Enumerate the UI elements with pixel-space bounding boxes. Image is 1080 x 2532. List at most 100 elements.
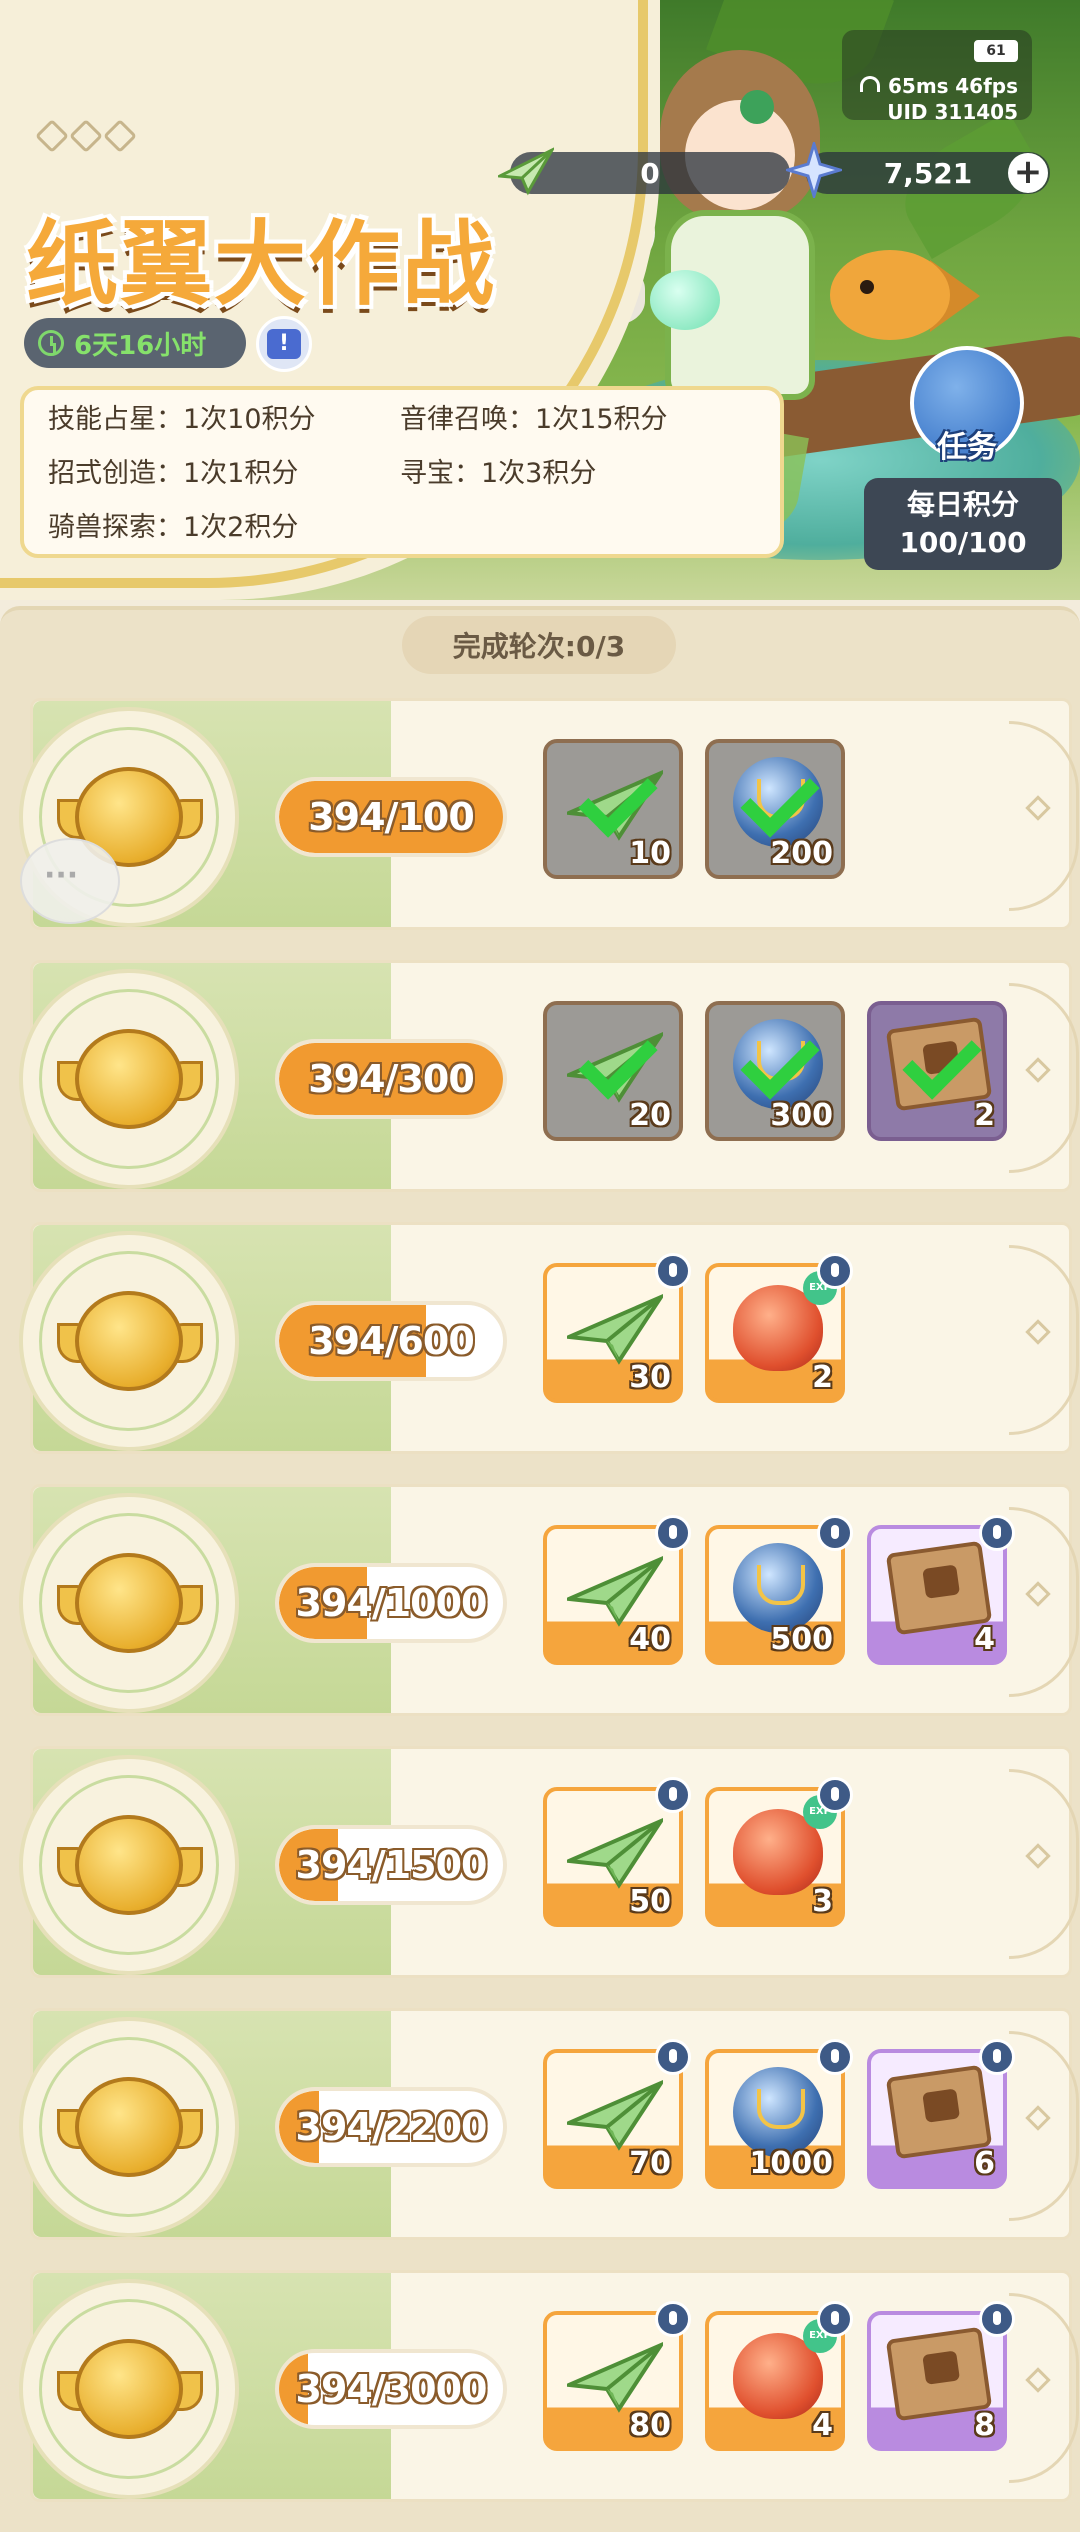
daily-points-value: 100/100 bbox=[899, 526, 1027, 559]
reward-quantity: 1000 bbox=[749, 2146, 834, 2181]
clock-icon bbox=[38, 330, 64, 356]
lock-icon bbox=[655, 1777, 691, 1813]
reward-quantity: 4 bbox=[812, 2408, 833, 2443]
daily-points-box: 每日积分 100/100 bbox=[864, 478, 1062, 570]
paper-plane-icon bbox=[567, 1555, 663, 1627]
reward-item[interactable]: 50 bbox=[543, 1777, 691, 1927]
paper-plane-icon bbox=[498, 147, 554, 196]
reward-list: 20 300 2 bbox=[543, 1001, 1007, 1141]
reward-quantity: 20 bbox=[629, 1098, 671, 1133]
milestone-progress-bar: 394/100 bbox=[275, 777, 507, 857]
reward-item[interactable]: 70 bbox=[543, 2039, 691, 2189]
reward-quantity: 70 bbox=[629, 2146, 671, 2181]
progress-text: 394/600 bbox=[308, 1319, 475, 1363]
milestone-row: 394/2200 70 1000 6 bbox=[19, 2008, 1079, 2240]
rule-item: 寻宝：1次3积分 bbox=[400, 458, 597, 489]
coin-medal-icon bbox=[19, 1493, 239, 1713]
daily-points-label: 每日积分 bbox=[906, 488, 1019, 521]
reward-list: 40 500 4 bbox=[543, 1515, 1015, 1665]
reward-item[interactable]: 200 bbox=[705, 739, 845, 879]
reward-item[interactable]: EXP 3 bbox=[705, 1777, 853, 1927]
milestone-row: 394/1000 40 500 4 bbox=[19, 1484, 1079, 1716]
reward-item[interactable]: 80 bbox=[543, 2301, 691, 2451]
reward-item[interactable]: 4 bbox=[867, 1515, 1015, 1665]
coin-medal-icon bbox=[19, 2017, 239, 2237]
progress-text: 394/1500 bbox=[295, 1843, 488, 1887]
row-ornament bbox=[979, 701, 1079, 927]
paper-plane-icon bbox=[567, 1817, 663, 1889]
rounds-completed-label: 完成轮次:0/3 bbox=[402, 616, 676, 674]
reward-item[interactable]: 1000 bbox=[705, 2039, 853, 2189]
coin-medal-icon bbox=[19, 2279, 239, 2499]
reward-quantity: 500 bbox=[770, 1622, 833, 1657]
lock-icon bbox=[655, 2039, 691, 2075]
reward-quantity: 4 bbox=[974, 1622, 995, 1657]
lock-icon bbox=[979, 1515, 1015, 1551]
lock-icon bbox=[655, 2301, 691, 2337]
reward-item[interactable]: 20 bbox=[543, 1001, 683, 1141]
lock-icon bbox=[817, 1777, 853, 1813]
chat-icon[interactable] bbox=[20, 838, 120, 924]
add-currency-button[interactable]: + bbox=[1008, 153, 1048, 193]
coin-medal-icon bbox=[19, 969, 239, 1189]
milestone-progress-bar: 394/300 bbox=[275, 1039, 507, 1119]
reward-list: 10 200 bbox=[543, 739, 845, 879]
task-label: 任务 bbox=[937, 430, 997, 465]
star-icon bbox=[786, 142, 842, 198]
reward-list: 50 EXP 3 bbox=[543, 1777, 853, 1927]
milestone-progress-bar: 394/2200 bbox=[275, 2087, 507, 2167]
diamond-ornament bbox=[35, 119, 137, 153]
reward-item[interactable]: 6 bbox=[867, 2039, 1015, 2189]
rule-item: 音律召唤：1次15积分 bbox=[400, 404, 668, 435]
reward-quantity: 10 bbox=[629, 836, 671, 871]
rule-item: 技能占星：1次10积分 bbox=[48, 404, 316, 435]
reward-item[interactable]: EXP 4 bbox=[705, 2301, 853, 2451]
reward-quantity: 200 bbox=[770, 836, 833, 871]
milestone-row: 394/100 10 200 bbox=[19, 698, 1079, 930]
lock-icon bbox=[817, 2039, 853, 2075]
milestone-row: 394/1500 50 EXP 3 bbox=[19, 1746, 1079, 1978]
reward-quantity: 50 bbox=[629, 1884, 671, 1919]
reward-item[interactable]: 30 bbox=[543, 1253, 691, 1403]
fps-text: 46fps bbox=[955, 74, 1018, 98]
milestone-progress-bar: 394/3000 bbox=[275, 2349, 507, 2429]
reward-quantity: 80 bbox=[629, 2408, 671, 2443]
battery-icon: 61 bbox=[974, 40, 1018, 62]
reward-item[interactable]: 500 bbox=[705, 1515, 853, 1665]
reward-quantity: 2 bbox=[812, 1360, 833, 1395]
reward-quantity: 6 bbox=[974, 2146, 995, 2181]
reward-item[interactable]: 40 bbox=[543, 1515, 691, 1665]
paper-plane-icon bbox=[567, 2079, 663, 2151]
spirit-orb-icon bbox=[733, 1543, 823, 1633]
uid-text: UID 311405 bbox=[887, 100, 1018, 124]
reward-quantity: 30 bbox=[629, 1360, 671, 1395]
reward-item[interactable]: 300 bbox=[705, 1001, 845, 1141]
row-ornament bbox=[979, 1749, 1079, 1975]
reward-item[interactable]: 8 bbox=[867, 2301, 1015, 2451]
reward-list: 30 EXP 2 bbox=[543, 1253, 853, 1403]
milestone-row: 394/300 20 300 2 bbox=[19, 960, 1079, 1192]
countdown-timer: 6天16小时 bbox=[24, 318, 246, 368]
event-info-button[interactable]: ! bbox=[256, 316, 312, 372]
reward-quantity: 300 bbox=[770, 1098, 833, 1133]
reward-item[interactable]: 2 bbox=[867, 1001, 1007, 1141]
lock-icon bbox=[655, 1253, 691, 1289]
reward-item[interactable]: 10 bbox=[543, 739, 683, 879]
task-button[interactable]: 任务 bbox=[910, 346, 1024, 466]
row-ornament bbox=[979, 1225, 1079, 1451]
lock-icon bbox=[979, 2301, 1015, 2337]
reward-item[interactable]: EXP 2 bbox=[705, 1253, 853, 1403]
wifi-icon bbox=[860, 76, 880, 92]
progress-text: 394/2200 bbox=[295, 2105, 488, 2149]
lock-icon bbox=[817, 2301, 853, 2337]
reward-quantity: 3 bbox=[812, 1884, 833, 1919]
girl-character-illustration bbox=[640, 40, 840, 420]
reward-list: 80 EXP 4 8 bbox=[543, 2301, 1015, 2451]
progress-text: 394/100 bbox=[308, 795, 475, 839]
paper-plane-icon bbox=[567, 1293, 663, 1365]
lock-icon bbox=[655, 1515, 691, 1551]
lock-icon bbox=[979, 2039, 1015, 2075]
currency-bar: 0 7,521 + bbox=[498, 142, 1050, 198]
slime-illustration bbox=[650, 270, 720, 330]
scoring-rules-panel: 技能占星：1次10积分 音律召唤：1次15积分 招式创造：1次1积分 寻宝：1次… bbox=[20, 386, 784, 558]
